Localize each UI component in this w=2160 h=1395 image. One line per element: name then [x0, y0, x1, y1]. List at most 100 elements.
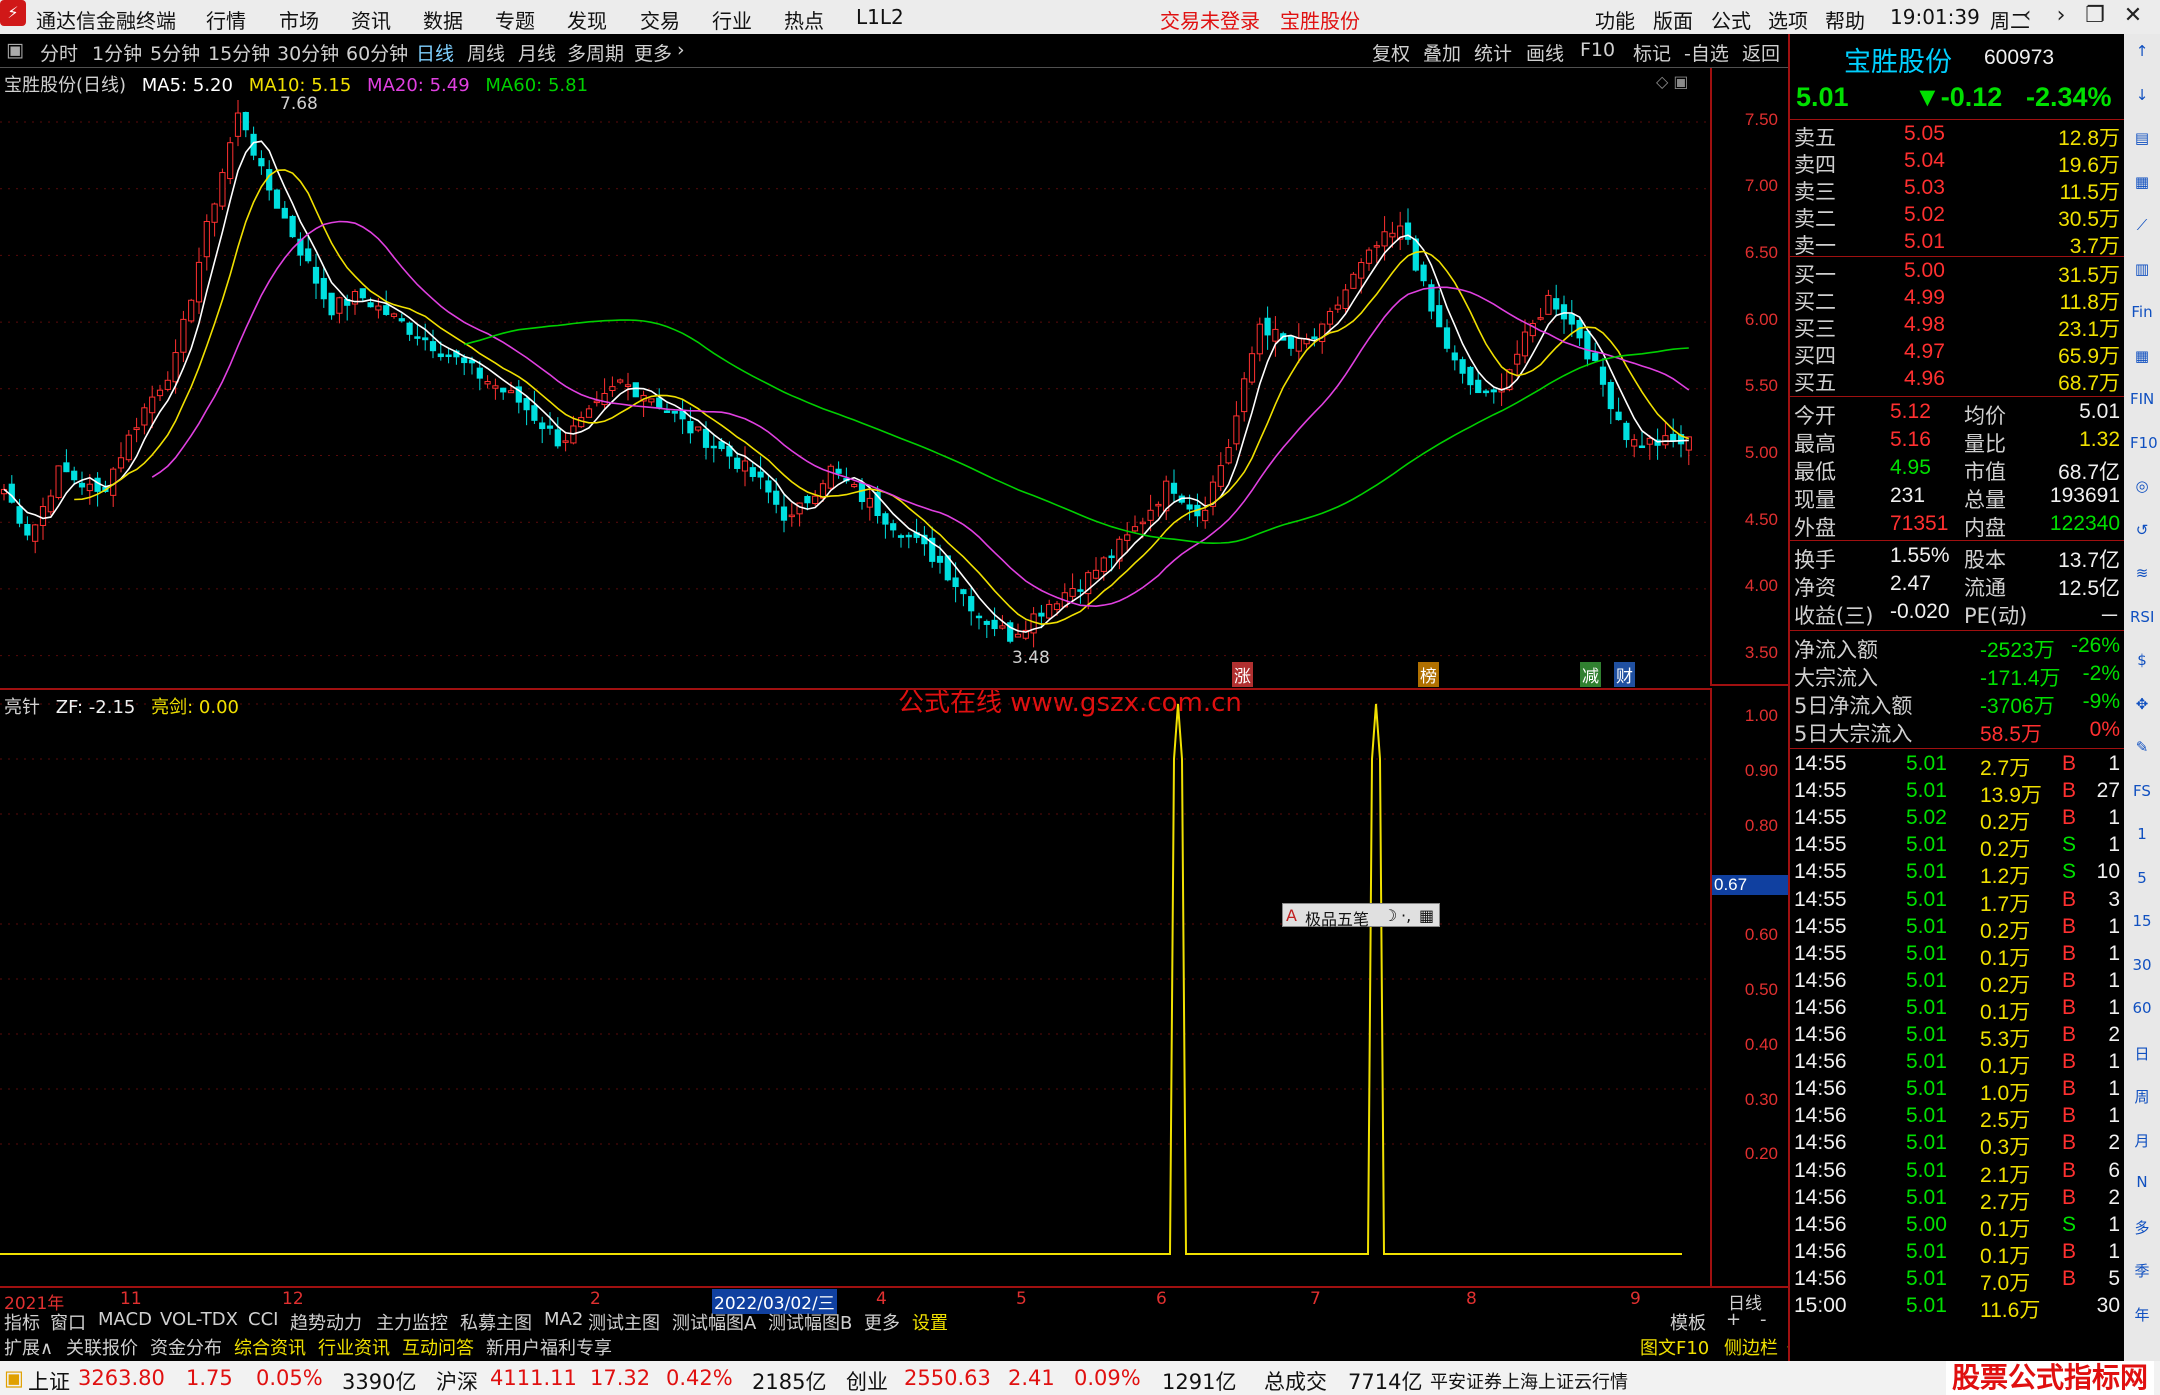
sidebar-tool-icon[interactable]: ↺: [2130, 521, 2154, 545]
tab-zonghezixun[interactable]: 综合资讯: [234, 1334, 306, 1360]
tab-zhulijiankong[interactable]: 主力监控: [376, 1309, 448, 1335]
menu-item-redian[interactable]: 热点: [784, 5, 824, 34]
tab-zijinfenbu[interactable]: 资金分布: [150, 1334, 222, 1360]
pane-collapse-icon[interactable]: ◇ ▣: [1656, 72, 1689, 91]
period-multi[interactable]: 多周期: [567, 39, 624, 66]
tick-row[interactable]: 14:56 5.01 0.1万 B 1: [1794, 1050, 2120, 1078]
sidebar-tool-icon[interactable]: 15: [2130, 912, 2154, 936]
btn-fanhui[interactable]: 返回: [1742, 39, 1780, 66]
kline-pane[interactable]: 宝胜股份(日线) MA5: 5.20 MA10: 5.15 MA20: 5.49…: [0, 68, 1712, 687]
menu-item-shichang[interactable]: 市场: [279, 5, 319, 34]
index-hs-name[interactable]: 沪深: [436, 1366, 478, 1395]
sidebar-tool-icon[interactable]: 30: [2130, 956, 2154, 980]
btn-fuquan[interactable]: 复权: [1372, 39, 1410, 66]
stat-row[interactable]: 最低 4.95 市值 68.7亿: [1794, 456, 2120, 484]
tab-ceshizhutu[interactable]: 测试主图: [588, 1309, 660, 1335]
stat-row[interactable]: 净资 2.47 流通 12.5亿: [1794, 572, 2120, 600]
tab-muban[interactable]: 模板: [1670, 1309, 1706, 1335]
sidebar-tool-icon[interactable]: Fin: [2130, 303, 2154, 327]
tick-row[interactable]: 14:55 5.01 0.2万 B 1: [1794, 915, 2120, 943]
period-daily[interactable]: 日线: [416, 39, 454, 66]
bid-row[interactable]: 买五 4.96 68.7万: [1794, 367, 2120, 395]
sidebar-tool-icon[interactable]: 60: [2130, 999, 2154, 1023]
sidebar-tool-icon[interactable]: F10: [2130, 434, 2158, 458]
stat-row[interactable]: 收益(三) -0.020 PE(动) －: [1794, 600, 2120, 628]
sidebar-tool-icon[interactable]: ✎: [2130, 738, 2154, 762]
bid-row[interactable]: 买三 4.98 23.1万: [1794, 313, 2120, 341]
chevron-right-icon[interactable]: ›: [677, 39, 685, 61]
menu-item-zixun[interactable]: 资讯: [351, 5, 391, 34]
menu-item-l1l2[interactable]: L1L2: [856, 5, 904, 29]
tab-cci[interactable]: CCI: [248, 1309, 278, 1330]
period-30min[interactable]: 30分钟: [277, 39, 339, 66]
tab-chuangkou[interactable]: 窗口: [50, 1309, 86, 1335]
marker-cai[interactable]: 财: [1614, 662, 1635, 687]
tick-row[interactable]: 14:56 5.01 7.0万 B 5: [1794, 1267, 2120, 1295]
ime-a-icon[interactable]: A: [1286, 906, 1297, 925]
sidebar-tool-icon[interactable]: ◎: [2130, 477, 2154, 501]
sidebar-tool-icon[interactable]: 年: [2130, 1304, 2154, 1328]
tick-row[interactable]: 14:56 5.01 1.0万 B 1: [1794, 1077, 2120, 1105]
sidebar-tool-icon[interactable]: FIN: [2130, 390, 2154, 414]
ask-row[interactable]: 卖三 5.03 11.5万: [1794, 176, 2120, 204]
index-bar-icon[interactable]: ▣: [4, 1366, 24, 1390]
tab-xinyonghufuli[interactable]: 新用户福利专享: [486, 1334, 612, 1360]
btn-f10[interactable]: F10: [1580, 39, 1615, 61]
btn-tongji[interactable]: 统计: [1474, 39, 1512, 66]
btn-huaxian[interactable]: 画线: [1526, 39, 1564, 66]
login-status[interactable]: 交易未登录: [1160, 5, 1260, 34]
ask-row[interactable]: 卖四 5.04 19.6万: [1794, 149, 2120, 177]
period-monthly[interactable]: 月线: [518, 39, 556, 66]
tick-row[interactable]: 14:56 5.01 0.1万 B 1: [1794, 1240, 2120, 1268]
index-sh-name[interactable]: 上证: [28, 1366, 70, 1395]
tick-row[interactable]: 14:56 5.01 5.3万 B 2: [1794, 1023, 2120, 1051]
btn-zixuan[interactable]: -自选: [1684, 39, 1729, 66]
bid-row[interactable]: 买一 5.00 31.5万: [1794, 259, 2120, 287]
marker-jian[interactable]: 减: [1580, 662, 1601, 687]
tick-row[interactable]: 14:56 5.01 2.5万 B 1: [1794, 1104, 2120, 1132]
ask-row[interactable]: 卖一 5.01 3.7万: [1794, 230, 2120, 258]
tab-vol-tdx[interactable]: VOL-TDX: [160, 1309, 238, 1330]
period-fenshi[interactable]: 分时: [40, 39, 78, 66]
tab-simuzhutu[interactable]: 私募主图: [460, 1309, 532, 1335]
tick-row[interactable]: 14:56 5.01 0.2万 B 1: [1794, 969, 2120, 997]
tab-tuwenf10[interactable]: 图文F10: [1640, 1334, 1709, 1360]
sidebar-tool-icon[interactable]: N: [2130, 1173, 2154, 1197]
ask-row[interactable]: 卖二 5.02 30.5万: [1794, 203, 2120, 231]
sidebar-tool-icon[interactable]: RSI: [2130, 608, 2154, 632]
sidebar-tool-icon[interactable]: 月: [2130, 1130, 2154, 1154]
tab-hangyezixun[interactable]: 行业资讯: [318, 1334, 390, 1360]
sidebar-tool-icon[interactable]: 5: [2130, 869, 2154, 893]
sidebar-tool-icon[interactable]: ▤: [2130, 129, 2154, 153]
ime-punct-icon[interactable]: ·,: [1401, 906, 1411, 925]
tab-guanlianbaojia[interactable]: 关联报价: [66, 1334, 138, 1360]
ime-label[interactable]: 极品五笔: [1305, 906, 1369, 930]
sidebar-tool-icon[interactable]: ▦: [2130, 347, 2154, 371]
sidebar-tool-icon[interactable]: ≋: [2130, 564, 2154, 588]
restore-icon[interactable]: ❐: [2078, 3, 2112, 31]
tick-row[interactable]: 14:55 5.01 1.2万 S 10: [1794, 860, 2120, 888]
sidebar-tool-icon[interactable]: ▥: [2130, 260, 2154, 284]
tick-row[interactable]: 15:00 5.01 11.6万 30: [1794, 1294, 2120, 1322]
tab-ma2[interactable]: MA2: [544, 1309, 583, 1330]
remove-pane-button[interactable]: -: [1760, 1309, 1767, 1330]
tab-shezhi[interactable]: 设置: [912, 1309, 948, 1335]
sidebar-tool-icon[interactable]: ↓: [2130, 86, 2154, 110]
tab-zhibiao[interactable]: 指标: [4, 1309, 40, 1335]
sidebar-tool-icon[interactable]: ⟋: [2130, 216, 2154, 240]
tick-row[interactable]: 14:56 5.01 2.7万 B 2: [1794, 1186, 2120, 1214]
tab-cebianlan[interactable]: 侧边栏《: [1724, 1334, 1796, 1360]
indicator-chart[interactable]: [0, 690, 1712, 1288]
tick-row[interactable]: 14:55 5.01 2.7万 B 1: [1794, 752, 2120, 780]
sidebar-tool-icon[interactable]: 1: [2130, 825, 2154, 849]
menu-item-gongshi[interactable]: 公式: [1711, 5, 1751, 34]
ime-moon-icon[interactable]: ☽: [1383, 906, 1397, 925]
stat-row[interactable]: 现量 231 总量 193691: [1794, 484, 2120, 512]
stat-row[interactable]: 今开 5.12 均价 5.01: [1794, 400, 2120, 428]
ask-row[interactable]: 卖五 5.05 12.8万: [1794, 122, 2120, 150]
sidebar-tool-icon[interactable]: 季: [2130, 1260, 2154, 1284]
tick-row[interactable]: 14:56 5.00 0.1万 S 1: [1794, 1213, 2120, 1241]
period-5min[interactable]: 5分钟: [150, 39, 200, 66]
stat-row[interactable]: 换手 1.55% 股本 13.7亿: [1794, 544, 2120, 572]
index-cy-name[interactable]: 创业: [846, 1366, 888, 1395]
